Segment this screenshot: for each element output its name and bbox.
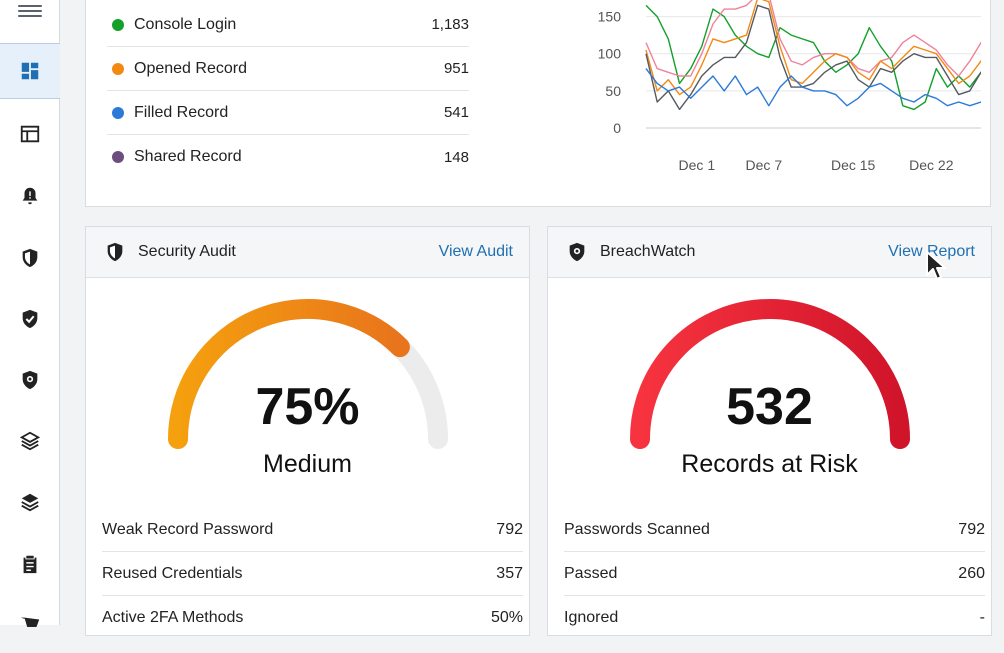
event-label: Console Login xyxy=(134,15,237,33)
x-tick-label: Dec 22 xyxy=(909,157,954,173)
cart-icon xyxy=(20,617,40,627)
y-tick-label: 100 xyxy=(598,46,622,62)
panel-title: Security Audit xyxy=(138,243,236,260)
event-label: Filled Record xyxy=(134,103,229,121)
y-tick-label: 150 xyxy=(598,9,622,25)
event-label: Shared Record xyxy=(134,148,242,165)
view-audit-link[interactable]: View Audit xyxy=(439,243,513,261)
sidebar-item-layers[interactable] xyxy=(0,413,60,469)
shield-icon xyxy=(104,241,126,263)
event-row-filled-record: Filled Record 541 xyxy=(107,91,469,135)
row-label: Passwords Scanned xyxy=(564,520,710,538)
sidebar-item-breachwatch[interactable] xyxy=(0,352,60,408)
menu-icon[interactable] xyxy=(18,2,42,22)
dashboard-icon xyxy=(21,62,39,80)
sidebar-item-cart[interactable] xyxy=(0,597,60,653)
event-count: 951 xyxy=(443,60,469,77)
shield-icon xyxy=(22,248,38,268)
sidebar xyxy=(0,0,60,627)
shield-check-icon xyxy=(22,309,38,329)
row-label: Reused Credentials xyxy=(102,564,243,582)
status-dot xyxy=(112,62,124,75)
row-value: 260 xyxy=(958,564,985,582)
records-at-risk-value: 532 xyxy=(726,378,813,436)
status-dot xyxy=(112,151,124,163)
row-value: 357 xyxy=(496,564,523,582)
security-score-label: Medium xyxy=(263,450,352,478)
sidebar-item-dashboard[interactable] xyxy=(0,43,60,99)
row-label: Weak Record Password xyxy=(102,520,274,538)
y-tick-label: 50 xyxy=(605,83,621,99)
row-label: Passed xyxy=(564,564,618,582)
breach-row-passed: Passed 260 xyxy=(564,552,985,596)
records-at-risk-label: Records at Risk xyxy=(681,450,858,478)
layout-icon xyxy=(20,125,40,143)
event-row-shared-record: Shared Record 148 xyxy=(107,135,469,179)
row-value: - xyxy=(979,609,985,626)
event-label: Opened Record xyxy=(134,59,247,77)
status-dot xyxy=(112,18,124,31)
breach-row-passwords-scanned: Passwords Scanned 792 xyxy=(564,508,985,552)
event-count: 1,183 xyxy=(431,16,469,33)
x-tick-label: Dec 1 xyxy=(679,157,716,173)
shield-eye-icon xyxy=(22,370,38,390)
security-score-value: 75% xyxy=(255,378,360,436)
sidebar-item-vault[interactable] xyxy=(0,106,60,162)
sidebar-item-reports[interactable] xyxy=(0,536,60,592)
audit-row-reused-credentials: Reused Credentials 357 xyxy=(102,552,523,596)
sidebar-item-alerts[interactable] xyxy=(0,168,60,224)
security-audit-header: Security Audit View Audit xyxy=(86,227,529,278)
clipboard-icon xyxy=(23,555,37,574)
event-count: 541 xyxy=(443,104,469,121)
row-value: 792 xyxy=(496,520,523,538)
row-label: Ignored xyxy=(564,609,619,626)
row-label: Active 2FA Methods xyxy=(102,609,244,626)
event-row-console-login: Console Login 1,183 xyxy=(107,3,469,47)
security-audit-card: Security Audit View Audit 75% Medium Wea… xyxy=(85,226,530,636)
events-card: Console Login 1,183 Opened Record 951 Fi… xyxy=(85,0,991,207)
event-count: 148 xyxy=(443,148,469,166)
breach-row-ignored: Ignored - xyxy=(564,596,985,640)
y-tick-label: 0 xyxy=(613,120,621,136)
breachwatch-card: BreachWatch View Report 532 Records at R… xyxy=(547,226,992,636)
row-value: 792 xyxy=(958,520,985,538)
bell-icon xyxy=(22,187,38,205)
x-tick-label: Dec 7 xyxy=(746,157,783,173)
audit-row-active-2fa: Active 2FA Methods 50% xyxy=(102,596,523,640)
x-tick-label: Dec 15 xyxy=(831,157,876,173)
audit-row-weak-password: Weak Record Password 792 xyxy=(102,508,523,552)
sidebar-item-compliance[interactable] xyxy=(0,291,60,347)
mouse-cursor-icon xyxy=(926,251,946,280)
shield-eye-icon xyxy=(566,241,588,263)
status-dot xyxy=(112,106,124,119)
row-value: 50% xyxy=(490,609,523,626)
sidebar-item-stack[interactable] xyxy=(0,474,60,530)
series-line-1 xyxy=(645,0,981,77)
sidebar-item-security[interactable] xyxy=(0,230,60,286)
series-line-3 xyxy=(645,4,981,111)
layers-icon xyxy=(19,431,41,451)
panel-title: BreachWatch xyxy=(600,243,696,260)
events-line-chart: 050100150Dec 1Dec 7Dec 15Dec 22Dec 30 xyxy=(598,0,981,173)
stack-icon xyxy=(21,493,39,512)
event-row-opened-record: Opened Record 951 xyxy=(107,47,469,91)
